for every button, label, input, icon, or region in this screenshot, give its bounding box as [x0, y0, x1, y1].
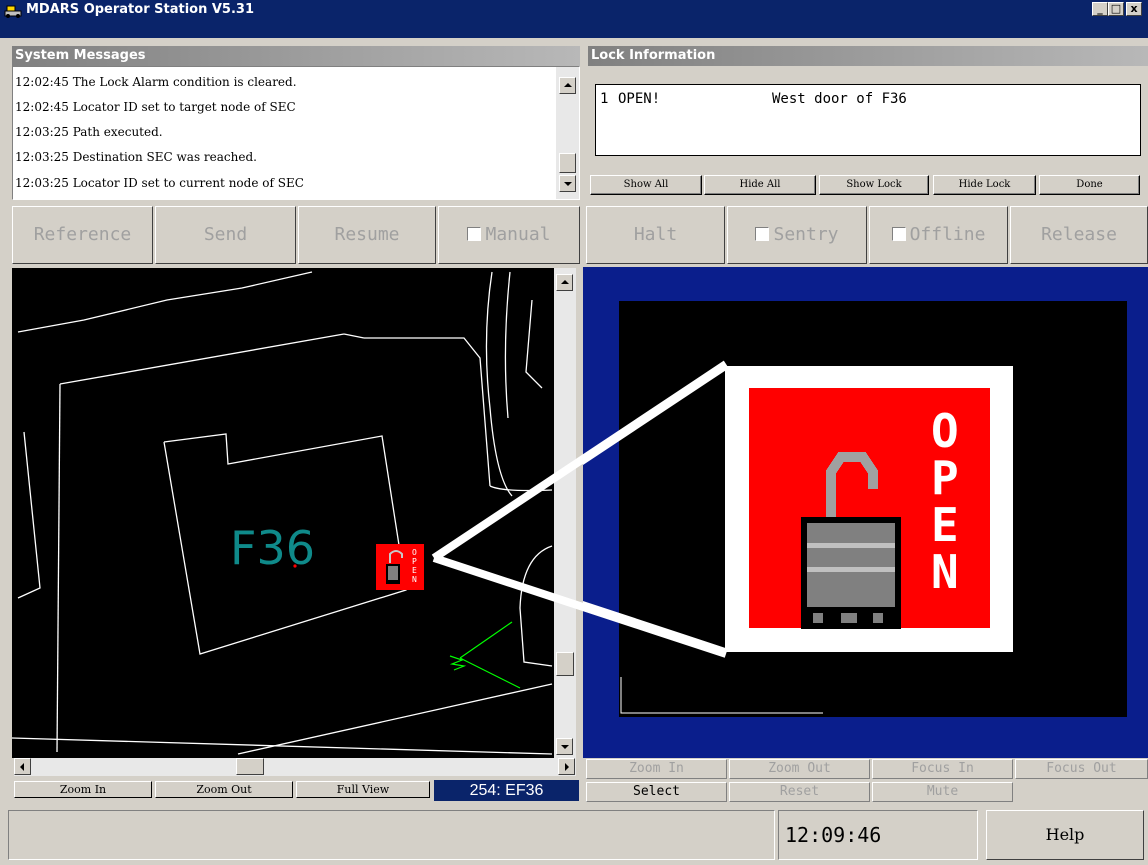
map-scroll-up-button[interactable]	[556, 274, 573, 291]
done-button[interactable]: Done	[1039, 175, 1140, 195]
up-arrow-icon	[564, 83, 572, 87]
maximize-button[interactable]: □	[1108, 2, 1124, 16]
svg-text:P: P	[931, 451, 959, 505]
system-messages-header: System Messages	[12, 46, 580, 66]
manual-checkbox[interactable]: Manual	[438, 206, 580, 264]
map-lock-icon[interactable]: O P E N	[376, 544, 424, 590]
clock: 12:09:46	[778, 810, 978, 860]
help-button[interactable]: Help	[986, 810, 1144, 860]
hide-lock-button[interactable]: Hide Lock	[933, 175, 1036, 195]
minimize-icon: _	[1097, 2, 1103, 15]
messages-scrollbar[interactable]	[556, 67, 579, 199]
offline-label: Offline	[909, 224, 986, 245]
message-line: 12:03:25 Path executed.	[15, 125, 163, 139]
maximize-icon: □	[1110, 2, 1122, 15]
svg-text:E: E	[412, 566, 417, 575]
release-button[interactable]: Release	[1010, 206, 1148, 264]
lock-entry-description: West door of F36	[772, 91, 907, 107]
window-title: MDARS Operator Station V5.31	[26, 2, 254, 17]
scroll-down-button[interactable]	[559, 175, 576, 192]
message-line: 12:02:45 Locator ID set to target node o…	[15, 100, 296, 114]
svg-text:N: N	[412, 575, 417, 584]
site-map[interactable]: F36 O P E N	[12, 268, 554, 758]
map-horizontal-scrollbar[interactable]	[14, 758, 576, 776]
map-scroll-left-button[interactable]	[14, 758, 31, 775]
svg-text:N: N	[931, 545, 959, 599]
svg-text:E: E	[931, 498, 959, 552]
status-message	[8, 810, 775, 860]
system-messages-list[interactable]: 12:02:45 The Lock Alarm condition is cle…	[12, 66, 580, 200]
send-button[interactable]: Send	[155, 206, 296, 264]
sentry-label: Sentry	[773, 224, 839, 245]
app-icon	[4, 5, 22, 18]
map-scroll-right-button[interactable]	[558, 758, 575, 775]
message-line: 12:03:25 Locator ID set to current node …	[15, 176, 304, 190]
map-node-status: 254: EF36	[434, 780, 579, 801]
map-drawing: F36 O P E N	[12, 271, 553, 755]
map-zoom-in-button[interactable]: Zoom In	[14, 781, 152, 798]
scroll-thumb[interactable]	[559, 153, 576, 173]
message-line: 12:02:45 The Lock Alarm condition is cle…	[15, 75, 297, 89]
offline-checkbox[interactable]: Offline	[869, 206, 1008, 264]
camera-zoom-out-button[interactable]: Zoom Out	[729, 759, 870, 779]
map-full-view-button[interactable]: Full View	[296, 781, 430, 798]
map-lock-label-o: O	[412, 548, 417, 557]
left-arrow-icon	[20, 763, 24, 771]
map-vertical-scrollbar[interactable]	[554, 268, 576, 758]
camera-focus-out-button[interactable]: Focus Out	[1015, 759, 1148, 779]
sentry-checkbox-box[interactable]	[755, 227, 770, 241]
lock-information-list[interactable]: 1 OPEN! West door of F36	[595, 84, 1141, 156]
resume-button[interactable]: Resume	[298, 206, 436, 264]
camera-zoom-in-button[interactable]: Zoom In	[586, 759, 727, 779]
camera-view[interactable]: O P E N	[583, 267, 1148, 758]
message-line: 12:03:25 Destination SEC was reached.	[15, 150, 257, 164]
lock-information-header: Lock Information	[588, 46, 1148, 66]
up-arrow-icon	[561, 280, 569, 284]
title-bar: MDARS Operator Station V5.31 _ □ x	[0, 0, 1148, 38]
down-arrow-icon	[564, 182, 572, 186]
right-arrow-icon	[565, 763, 569, 771]
map-zoom-out-button[interactable]: Zoom Out	[155, 781, 293, 798]
reference-button[interactable]: Reference	[12, 206, 153, 264]
hide-all-button[interactable]: Hide All	[704, 175, 816, 195]
minimize-button[interactable]: _	[1092, 2, 1108, 16]
map-scroll-down-button[interactable]	[556, 738, 573, 755]
halt-button[interactable]: Halt	[586, 206, 725, 264]
close-button[interactable]: x	[1126, 2, 1142, 16]
map-hscroll-thumb[interactable]	[236, 758, 264, 775]
building-label: F36	[230, 521, 315, 575]
show-lock-button[interactable]: Show Lock	[819, 175, 929, 195]
manual-checkbox-box[interactable]	[467, 227, 482, 241]
close-icon: x	[1130, 2, 1138, 15]
scroll-up-button[interactable]	[559, 77, 576, 94]
map-vscroll-thumb[interactable]	[556, 652, 574, 676]
svg-text:P: P	[412, 557, 417, 566]
lock-entry-index: 1	[600, 91, 609, 107]
down-arrow-icon	[561, 745, 569, 749]
camera-reset-button[interactable]: Reset	[729, 782, 870, 802]
camera-select-button[interactable]: Select	[586, 782, 727, 802]
offline-checkbox-box[interactable]	[891, 227, 906, 241]
camera-mute-button[interactable]: Mute	[872, 782, 1013, 802]
sentry-checkbox[interactable]: Sentry	[727, 206, 867, 264]
manual-label: Manual	[485, 224, 551, 245]
camera-focus-in-button[interactable]: Focus In	[872, 759, 1013, 779]
camera-lock-label-o: O	[931, 404, 959, 458]
camera-image: O P E N	[583, 301, 1127, 717]
lock-entry-state: OPEN!	[618, 91, 661, 107]
show-all-button[interactable]: Show All	[590, 175, 702, 195]
